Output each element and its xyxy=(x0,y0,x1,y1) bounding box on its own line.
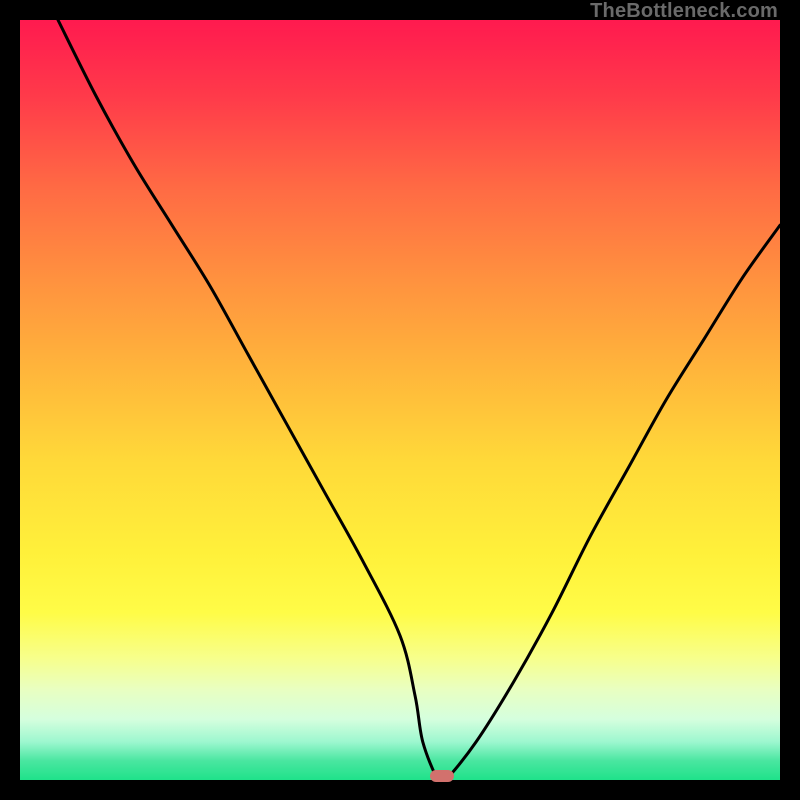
minimum-marker xyxy=(430,770,454,782)
plot-area xyxy=(20,20,780,780)
chart-frame: TheBottleneck.com xyxy=(0,0,800,800)
bottleneck-curve xyxy=(20,20,780,780)
